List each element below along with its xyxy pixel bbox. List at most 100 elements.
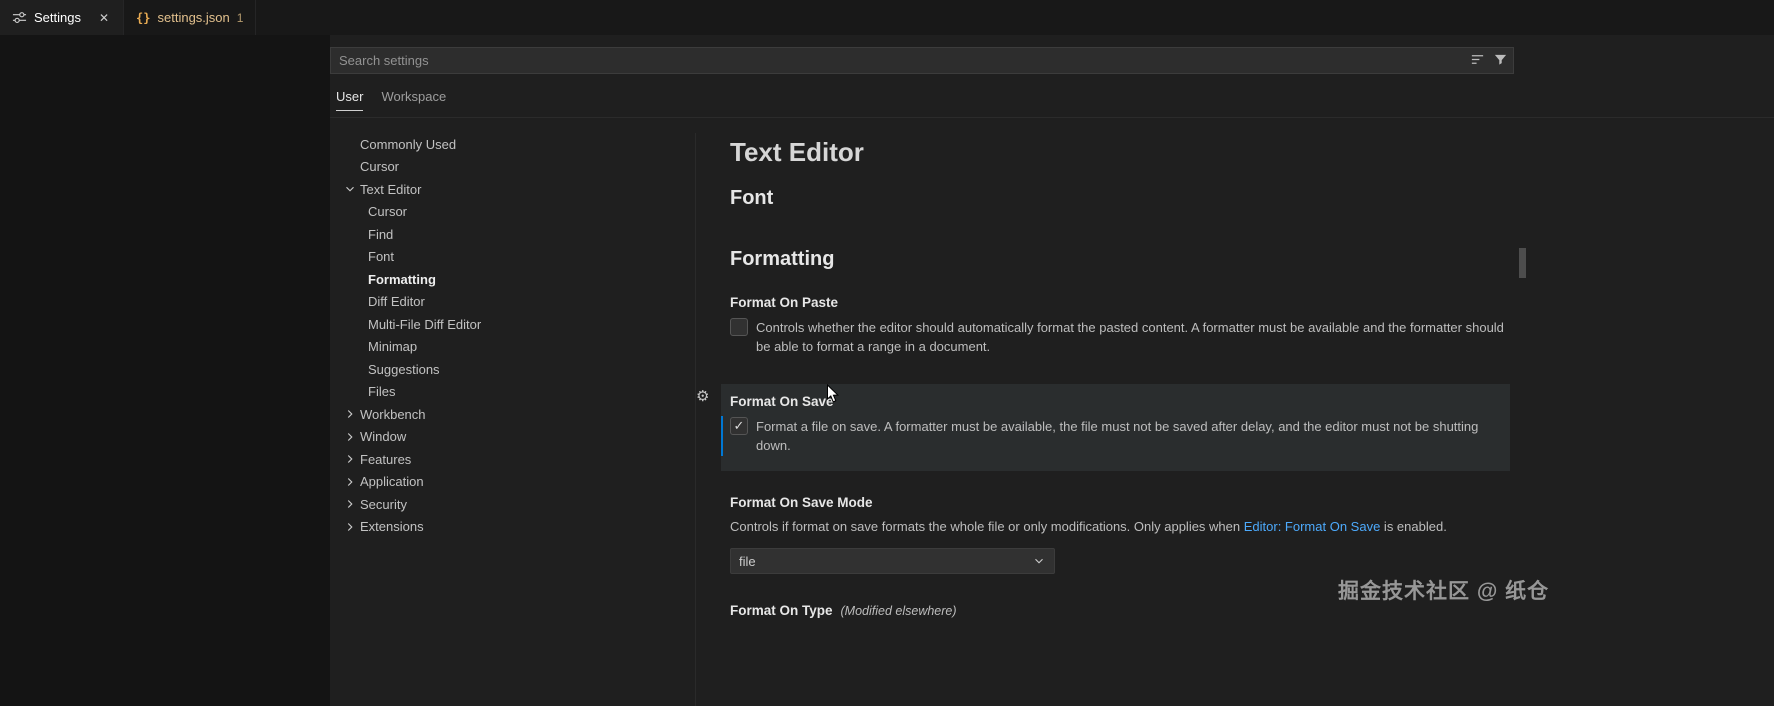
- sidebar-item-workbench[interactable]: Workbench: [330, 403, 690, 426]
- sidebar-item-commonly-used[interactable]: Commonly Used: [330, 133, 690, 156]
- toc-label: Minimap: [368, 339, 417, 354]
- chevron-placeholder: [350, 339, 366, 355]
- chevron-placeholder: [350, 271, 366, 287]
- toc-label: Suggestions: [368, 362, 440, 377]
- sidebar-item-formatting[interactable]: Formatting: [330, 268, 690, 291]
- toc-label: Features: [360, 452, 411, 467]
- setting-description: Controls whether the editor should autom…: [756, 318, 1510, 356]
- chevron-placeholder: [350, 361, 366, 377]
- toc-label: Find: [368, 227, 393, 242]
- tab-label: settings.json: [158, 10, 230, 25]
- editor-tab-bar: Settings ✕ {} settings.json 1: [0, 0, 1774, 35]
- description-text: Controls if format on save formats the w…: [730, 519, 1244, 534]
- chevron-down-icon[interactable]: [342, 181, 358, 197]
- toc-splitter[interactable]: [695, 133, 696, 706]
- setting-format-on-paste: Format On Paste Controls whether the edi…: [730, 295, 1510, 356]
- sidebar-item-multi-file-diff-editor[interactable]: Multi-File Diff Editor: [330, 313, 690, 336]
- search-icons: [1470, 52, 1508, 67]
- toc-label: Application: [360, 474, 424, 489]
- mouse-cursor: [826, 384, 840, 409]
- tab-settings-json[interactable]: {} settings.json 1: [124, 0, 256, 35]
- sidebar-item-features[interactable]: Features: [330, 448, 690, 471]
- scrollbar-thumb[interactable]: [1519, 248, 1526, 278]
- watermark-text: 掘金技术社区 @ 纸仓: [1338, 575, 1549, 605]
- chevron-placeholder: [350, 226, 366, 242]
- search-input[interactable]: [330, 47, 1514, 74]
- toc-label: Security: [360, 497, 407, 512]
- description-text: is enabled.: [1380, 519, 1447, 534]
- setting-label: Format On Paste: [730, 295, 1510, 310]
- settings-sliders-icon: [12, 10, 27, 25]
- editor-format-on-save-link[interactable]: Editor: Format On Save: [1244, 519, 1381, 534]
- header-divider: [330, 117, 1774, 118]
- toc-label: Cursor: [360, 159, 399, 174]
- sidebar-item-text-editor-cursor[interactable]: Cursor: [330, 201, 690, 224]
- filter-funnel-icon[interactable]: [1493, 52, 1508, 67]
- section-heading-font: Font: [730, 187, 1510, 210]
- modified-elsewhere-annotation: (Modified elsewhere): [841, 604, 957, 618]
- toc-label: Cursor: [368, 204, 407, 219]
- setting-label: Format On Save: [730, 394, 1500, 409]
- tab-settings[interactable]: Settings ✕: [0, 0, 124, 35]
- close-icon[interactable]: ✕: [97, 10, 111, 26]
- chevron-placeholder: [350, 249, 366, 265]
- json-braces-icon: {}: [136, 11, 150, 25]
- toc-label: Diff Editor: [368, 294, 425, 309]
- format-on-save-mode-select[interactable]: file: [730, 548, 1055, 574]
- chevron-right-icon[interactable]: [342, 496, 358, 512]
- section-heading-formatting: Formatting: [730, 248, 1510, 271]
- chevron-right-icon[interactable]: [342, 519, 358, 535]
- chevron-right-icon[interactable]: [342, 406, 358, 422]
- setting-format-on-save-mode: Format On Save Mode Controls if format o…: [730, 495, 1510, 574]
- sidebar-item-find[interactable]: Find: [330, 223, 690, 246]
- format-on-paste-checkbox[interactable]: [730, 318, 748, 336]
- sidebar-item-diff-editor[interactable]: Diff Editor: [330, 291, 690, 314]
- toc-label: Extensions: [360, 519, 424, 534]
- toc-label: Font: [368, 249, 394, 264]
- sidebar-item-extensions[interactable]: Extensions: [330, 516, 690, 539]
- sidebar-item-files[interactable]: Files: [330, 381, 690, 404]
- chevron-placeholder: [342, 136, 358, 152]
- chevron-right-icon[interactable]: [342, 429, 358, 445]
- settings-editor: User Workspace Commonly Used Cursor Text…: [330, 35, 1774, 706]
- settings-content: Text Editor Font Formatting Format On Pa…: [730, 133, 1510, 620]
- setting-gear-icon[interactable]: ⚙: [696, 387, 709, 405]
- vscode-settings-window: Settings ✕ {} settings.json 1: [0, 0, 1774, 706]
- setting-label: Format On Type: [730, 603, 833, 618]
- chevron-right-icon[interactable]: [342, 451, 358, 467]
- scope-tab-user[interactable]: User: [336, 89, 363, 111]
- toc-label: Formatting: [368, 272, 436, 287]
- toc-label: Text Editor: [360, 182, 421, 197]
- sidebar-item-application[interactable]: Application: [330, 471, 690, 494]
- setting-description: Controls if format on save formats the w…: [730, 517, 1510, 536]
- chevron-placeholder: [350, 294, 366, 310]
- tab-modified-badge: 1: [237, 11, 244, 25]
- chevron-placeholder: [342, 159, 358, 175]
- clear-filters-icon[interactable]: [1470, 52, 1485, 67]
- sidebar-item-security[interactable]: Security: [330, 493, 690, 516]
- sidebar-item-font[interactable]: Font: [330, 246, 690, 269]
- sidebar-item-window[interactable]: Window: [330, 426, 690, 449]
- settings-toc: Commonly Used Cursor Text Editor Cursor …: [330, 133, 690, 538]
- scope-tab-workspace[interactable]: Workspace: [381, 89, 446, 111]
- select-value: file: [739, 554, 756, 569]
- toc-label: Workbench: [360, 407, 426, 422]
- toc-label: Files: [368, 384, 395, 399]
- check-icon: ✓: [734, 418, 745, 434]
- chevron-down-icon: [1032, 554, 1046, 568]
- setting-description: Format a file on save. A formatter must …: [756, 417, 1500, 455]
- sidebar-item-minimap[interactable]: Minimap: [330, 336, 690, 359]
- setting-label: Format On Save Mode: [730, 495, 1510, 510]
- sidebar-item-text-editor[interactable]: Text Editor: [330, 178, 690, 201]
- toc-label: Window: [360, 429, 406, 444]
- toc-label: Multi-File Diff Editor: [368, 317, 481, 332]
- chevron-placeholder: [350, 204, 366, 220]
- chevron-right-icon[interactable]: [342, 474, 358, 490]
- sidebar-item-suggestions[interactable]: Suggestions: [330, 358, 690, 381]
- tab-label: Settings: [34, 10, 81, 25]
- chevron-placeholder: [350, 384, 366, 400]
- toc-label: Commonly Used: [360, 137, 456, 152]
- format-on-save-checkbox[interactable]: ✓: [730, 417, 748, 435]
- page-title: Text Editor: [730, 135, 1510, 169]
- sidebar-item-cursor[interactable]: Cursor: [330, 156, 690, 179]
